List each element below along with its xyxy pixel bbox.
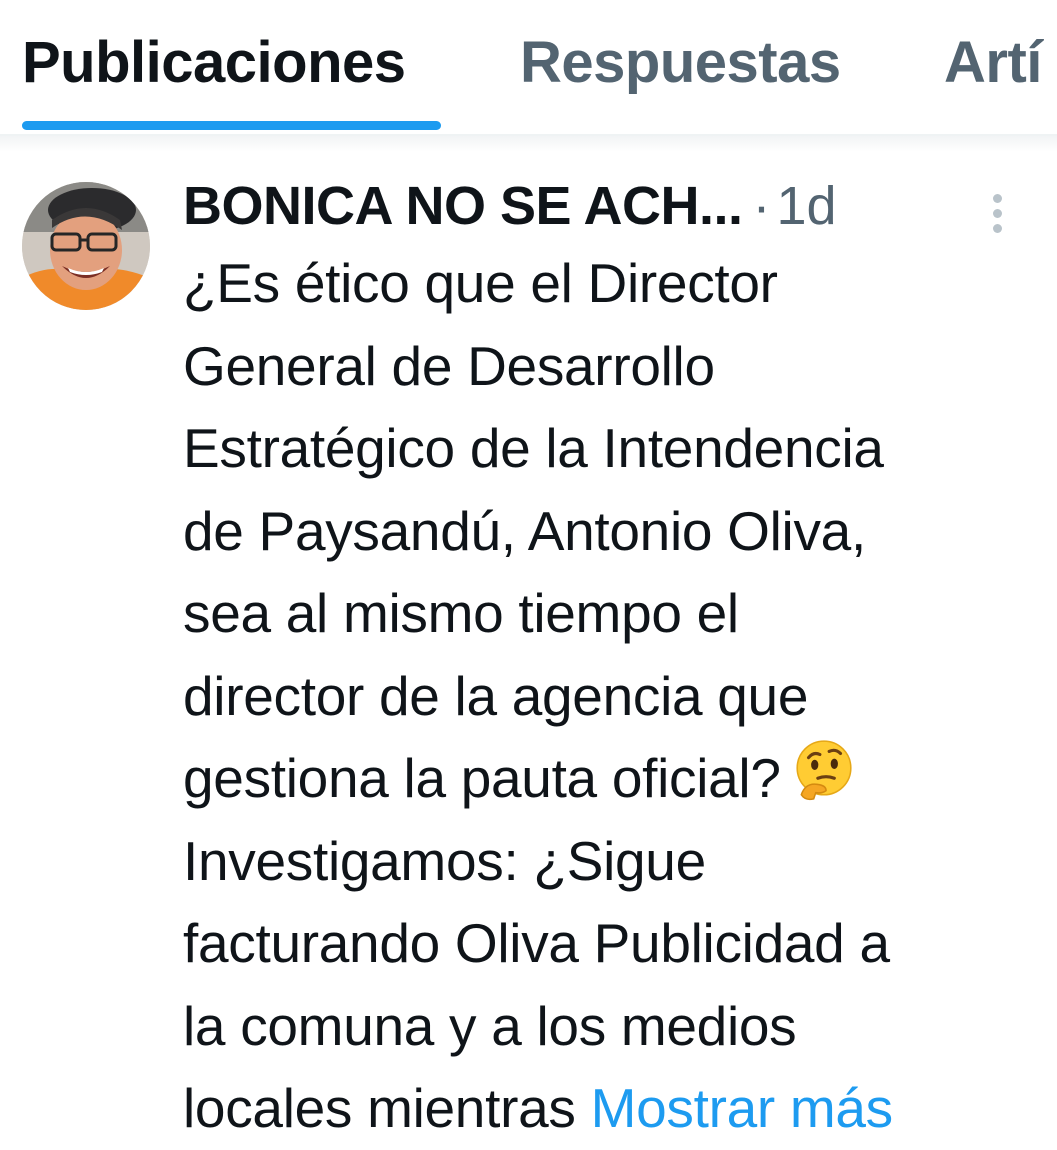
profile-tabs: Publicaciones Respuestas Artí (0, 0, 1057, 134)
post-text-line: facturando Oliva Publicidad a (183, 912, 890, 974)
meta-separator: · (752, 176, 771, 236)
active-tab-indicator (22, 121, 441, 130)
more-vertical-icon (993, 209, 1002, 218)
post-text-line: locales mientras (183, 1077, 576, 1139)
post-text-line: Investigamos: ¿Sigue (183, 829, 706, 892)
post-text-line: General de Desarrollo (183, 334, 715, 397)
post-text: ¿Es ético que el Director General de Des… (183, 242, 1043, 1150)
post-text-last-line: locales mientras Mostrar más (183, 1067, 1043, 1150)
post-text-line: ¿Es ético que el Director (183, 252, 778, 314)
tab-respuestas[interactable]: Respuestas (520, 28, 841, 98)
thinking-face-icon (796, 740, 852, 801)
post-text-line: la comuna y a los medios (183, 994, 797, 1057)
tabs-shadow (0, 136, 1057, 152)
more-options-button[interactable] (976, 188, 1020, 240)
more-vertical-icon (993, 224, 1002, 233)
tab-articulos[interactable]: Artí (944, 28, 1042, 98)
avatar[interactable] (22, 182, 150, 310)
post-text-line: Estratégico de la Intendencia (183, 417, 884, 479)
post-text-line: director de la agencia que (183, 664, 809, 727)
post-text-line-with-emoji: gestiona la pauta oficial? (183, 737, 1043, 820)
more-vertical-icon (993, 194, 1002, 203)
post-text-line: sea al mismo tiempo el (183, 582, 739, 644)
post[interactable]: BONICA NO SE ACH... · 1d ¿Es ético que el … (0, 152, 1057, 1141)
post-text-line: gestiona la pauta oficial? (183, 747, 781, 809)
tab-publicaciones[interactable]: Publicaciones (22, 28, 406, 98)
post-header: BONICA NO SE ACH... · 1d (183, 174, 963, 244)
post-text-line: de Paysandú, Antonio Oliva, (183, 499, 866, 562)
post-time[interactable]: 1d (777, 176, 837, 236)
author-name[interactable]: BONICA NO SE ACH... (183, 176, 743, 236)
show-more-link[interactable]: Mostrar más (591, 1077, 894, 1139)
